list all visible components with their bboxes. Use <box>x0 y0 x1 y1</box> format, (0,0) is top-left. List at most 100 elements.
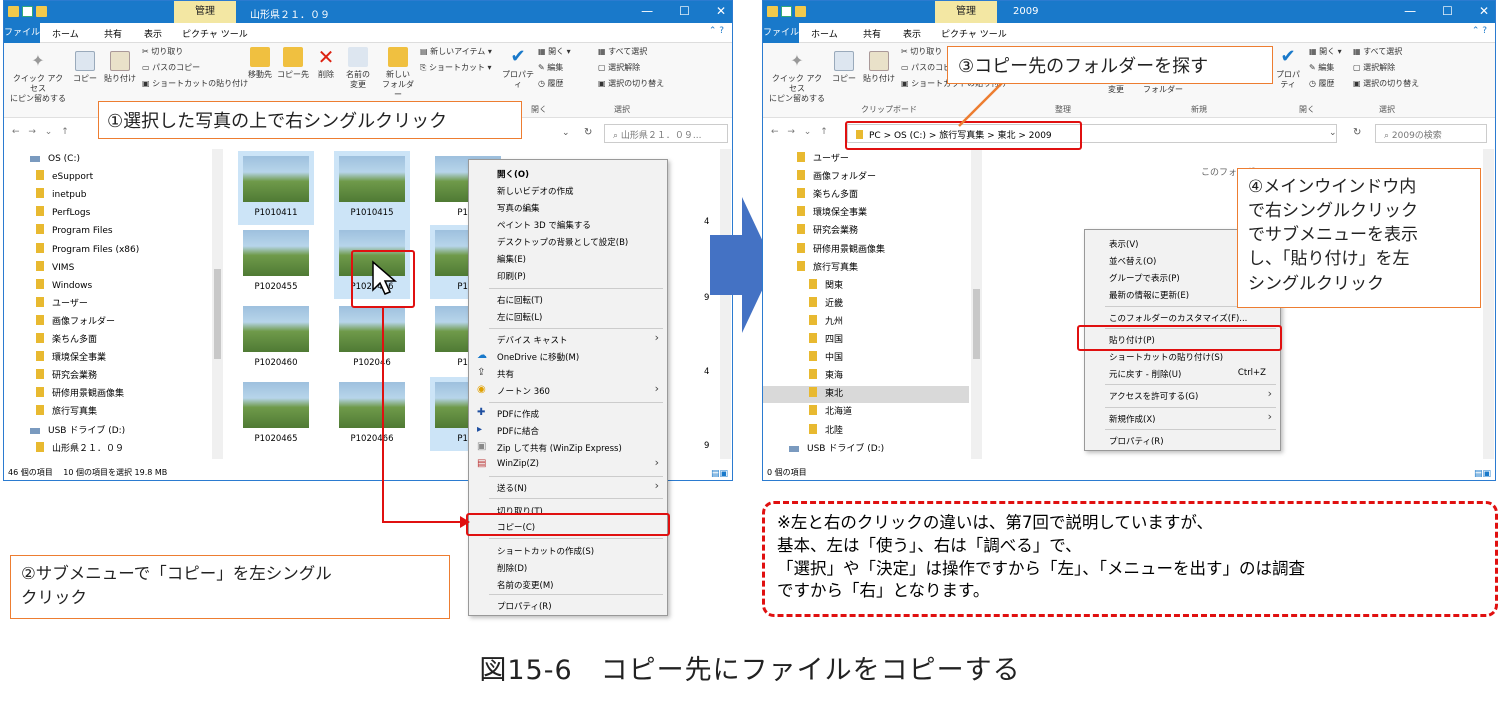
easy-access-button[interactable]: ⎘ ショートカット ▾ <box>420 63 492 73</box>
paste-button[interactable]: 貼り付け <box>861 51 897 84</box>
photo-thumbnail[interactable]: P1020465 <box>238 377 314 451</box>
nav-item[interactable]: USB ドライブ (D:) <box>789 441 884 458</box>
menu-item[interactable]: ノートン 360 <box>497 385 550 397</box>
copy-to-button[interactable]: コピー先 <box>276 47 310 80</box>
nav-item[interactable]: 楽ちん多面 <box>36 332 97 349</box>
nav-item[interactable]: 環境保全事業 <box>797 205 867 222</box>
nav-arrows[interactable]: ← → ⌄ ↑ <box>12 127 72 137</box>
properties-button[interactable]: ✔ プロパティ <box>1273 47 1303 90</box>
photo-thumbnail[interactable]: P1020460 <box>238 301 314 375</box>
menu-item[interactable]: 新規作成(X) <box>1109 413 1155 425</box>
new-item-button[interactable]: ▤ 新しいアイテム ▾ <box>420 47 492 57</box>
menu-item[interactable]: OneDrive に移動(M) <box>497 351 579 363</box>
nav-item[interactable]: eSupport <box>36 169 93 186</box>
menu-item[interactable]: デバイス キャスト <box>497 334 567 346</box>
tab-home[interactable]: ホーム <box>811 27 838 40</box>
menu-item[interactable]: 左に回転(L) <box>497 311 542 323</box>
nav-item[interactable]: 中国 <box>809 350 843 367</box>
paste-button[interactable]: 貼り付け <box>102 51 138 84</box>
photo-thumbnail[interactable]: P1020455 <box>238 225 314 299</box>
nav-item[interactable]: PerfLogs <box>36 205 90 222</box>
menu-item[interactable]: このフォルダーのカスタマイズ(F)... <box>1109 312 1247 324</box>
invert-selection-button[interactable]: ▣ 選択の切り替え <box>598 79 664 89</box>
view-toggle-icon[interactable]: ▤▣ <box>1474 469 1491 479</box>
nav-item[interactable]: 画像フォルダー <box>797 169 876 186</box>
history-button[interactable]: ◷ 履歴 <box>1309 79 1335 89</box>
refresh-icon[interactable]: ↻ <box>1353 127 1361 138</box>
menu-item[interactable]: 削除(D) <box>497 562 527 574</box>
menu-item[interactable]: 新しいビデオの作成 <box>497 185 574 197</box>
move-to-button[interactable]: 移動先 <box>246 47 274 80</box>
quick-access-toolbar[interactable] <box>767 6 806 17</box>
menu-item[interactable]: Zip して共有 (WinZip Express) <box>497 442 622 454</box>
nav-item[interactable]: 研究会業務 <box>797 223 858 240</box>
nav-item[interactable]: 研究会業務 <box>36 368 97 385</box>
tab-picture-tools[interactable]: ピクチャ ツール <box>941 27 1007 40</box>
open-button[interactable]: ▦ 開く ▾ <box>538 47 571 57</box>
nav-item[interactable]: 近畿 <box>809 296 843 313</box>
menu-item[interactable]: アクセスを許可する(G) <box>1109 390 1198 402</box>
menu-item[interactable]: 送る(N) <box>497 482 527 494</box>
dropdown-icon[interactable]: ⌄ <box>562 128 570 138</box>
close-icon[interactable]: ✕ <box>1479 4 1489 18</box>
menu-item[interactable]: 開く(O) <box>497 168 529 180</box>
tab-file[interactable]: ファイル <box>763 23 799 43</box>
nav-item[interactable]: 北陸 <box>809 423 843 440</box>
menu-item[interactable]: 名前の変更(M) <box>497 579 553 591</box>
tab-picture-tools[interactable]: ピクチャ ツール <box>182 27 248 40</box>
search-box[interactable]: ⌕ 2009の検索 <box>1375 124 1487 143</box>
nav-item[interactable]: VIMS <box>36 260 74 277</box>
new-folder-button[interactable]: 新しい フォルダー <box>380 47 416 100</box>
menu-item[interactable]: プロパティ(R) <box>1109 435 1164 447</box>
menu-item[interactable]: ショートカットの貼り付け(S) <box>1109 351 1223 363</box>
menu-item[interactable]: PDFに作成 <box>497 408 539 420</box>
nav-scrollbar[interactable] <box>212 149 223 459</box>
select-all-button[interactable]: ▦ すべて選択 <box>1353 47 1402 57</box>
tab-management[interactable]: 管理 <box>174 1 236 23</box>
menu-item[interactable]: PDFに結合 <box>497 425 539 437</box>
menu-item[interactable]: 最新の情報に更新(E) <box>1109 289 1189 301</box>
properties-button[interactable]: ✔ プロパティ <box>502 47 534 90</box>
refresh-icon[interactable]: ↻ <box>584 127 592 138</box>
close-icon[interactable]: ✕ <box>716 4 726 18</box>
dropdown-icon[interactable]: ⌄ <box>1329 128 1337 138</box>
nav-item[interactable]: 九州 <box>809 314 843 331</box>
nav-item[interactable]: 環境保全事業 <box>36 350 106 367</box>
history-button[interactable]: ◷ 履歴 <box>538 79 564 89</box>
maximize-icon[interactable]: ☐ <box>1442 4 1453 18</box>
copy-button[interactable]: コピー <box>70 51 100 84</box>
menu-item[interactable]: WinZip(Z) <box>497 459 539 469</box>
minimize-icon[interactable]: — <box>1404 4 1416 18</box>
view-toggle-icon[interactable]: ▤▣ <box>711 469 728 479</box>
menu-item[interactable]: 編集(E) <box>497 253 526 265</box>
nav-item[interactable]: Program Files <box>36 223 113 240</box>
nav-scrollbar[interactable] <box>971 149 982 459</box>
menu-item[interactable]: デスクトップの背景として設定(B) <box>497 236 628 248</box>
tab-view[interactable]: 表示 <box>144 27 162 40</box>
tab-view[interactable]: 表示 <box>903 27 921 40</box>
pin-quick-access-button[interactable]: ✦ クイック アクセス にピン留めする <box>10 51 66 104</box>
nav-item[interactable]: Windows <box>36 278 92 295</box>
menu-item[interactable]: プロパティ(R) <box>497 600 552 612</box>
delete-button[interactable]: ✕ 削除 <box>312 47 340 80</box>
menu-item[interactable]: 写真の編集 <box>497 202 540 214</box>
nav-item[interactable]: 東海 <box>809 368 843 385</box>
select-none-button[interactable]: ▢ 選択解除 <box>598 63 640 73</box>
nav-item[interactable]: 研修用景観画像集 <box>797 242 885 259</box>
nav-item[interactable]: 画像フォルダー <box>36 314 115 331</box>
menu-item[interactable]: 右に回転(T) <box>497 294 543 306</box>
cut-button[interactable]: ✂ 切り取り <box>142 47 183 57</box>
menu-item[interactable]: 表示(V) <box>1109 238 1138 250</box>
tab-share[interactable]: 共有 <box>863 27 881 40</box>
nav-item[interactable]: 東北 <box>763 386 969 404</box>
photo-thumbnail[interactable]: P1010415 <box>334 151 410 225</box>
tab-home[interactable]: ホーム <box>52 27 79 40</box>
nav-item[interactable]: 関東 <box>809 278 843 295</box>
pin-quick-access-button[interactable]: ✦ クイック アクセス にピン留めする <box>769 51 825 104</box>
maximize-icon[interactable]: ☐ <box>679 4 690 18</box>
select-all-button[interactable]: ▦ すべて選択 <box>598 47 647 57</box>
nav-item[interactable]: ユーザー <box>36 296 88 313</box>
nav-item[interactable]: 山形県２１．０９ <box>36 441 124 458</box>
nav-item[interactable]: ユーザー <box>797 151 849 168</box>
tab-management[interactable]: 管理 <box>935 1 997 23</box>
